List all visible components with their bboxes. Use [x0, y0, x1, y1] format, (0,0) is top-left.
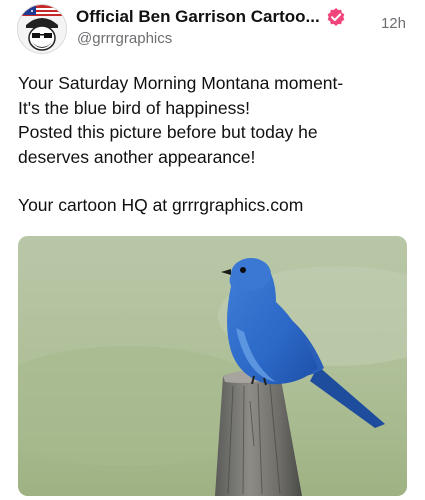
author-name[interactable]: Official Ben Garrison Cartoo...: [76, 7, 371, 27]
author-handle[interactable]: @grrrgraphics: [77, 30, 172, 48]
post-text-line: It's the blue bird of happiness!: [18, 97, 250, 118]
post-card[interactable]: Official Ben Garrison Cartoo... @grrrgra…: [0, 0, 425, 500]
post-link-line: Your cartoon HQ at grrrgraphics.com: [18, 195, 304, 215]
avatar-icon: [18, 5, 66, 53]
author-avatar[interactable]: [17, 4, 67, 54]
post-text-line: Your Saturday Morning Montana moment-: [18, 73, 344, 93]
bluebird-photo: [18, 236, 407, 496]
post-text: Your Saturday Morning Montana moment- It…: [18, 71, 408, 218]
post-text-line: Posted this picture before but today he: [18, 122, 318, 142]
verified-badge-icon: [326, 7, 346, 27]
author-name-text[interactable]: Official Ben Garrison Cartoo...: [76, 7, 320, 27]
post-timestamp[interactable]: 12h: [381, 15, 406, 32]
post-text-line: deserves another appearance!: [18, 146, 256, 167]
post-image[interactable]: [18, 236, 407, 496]
